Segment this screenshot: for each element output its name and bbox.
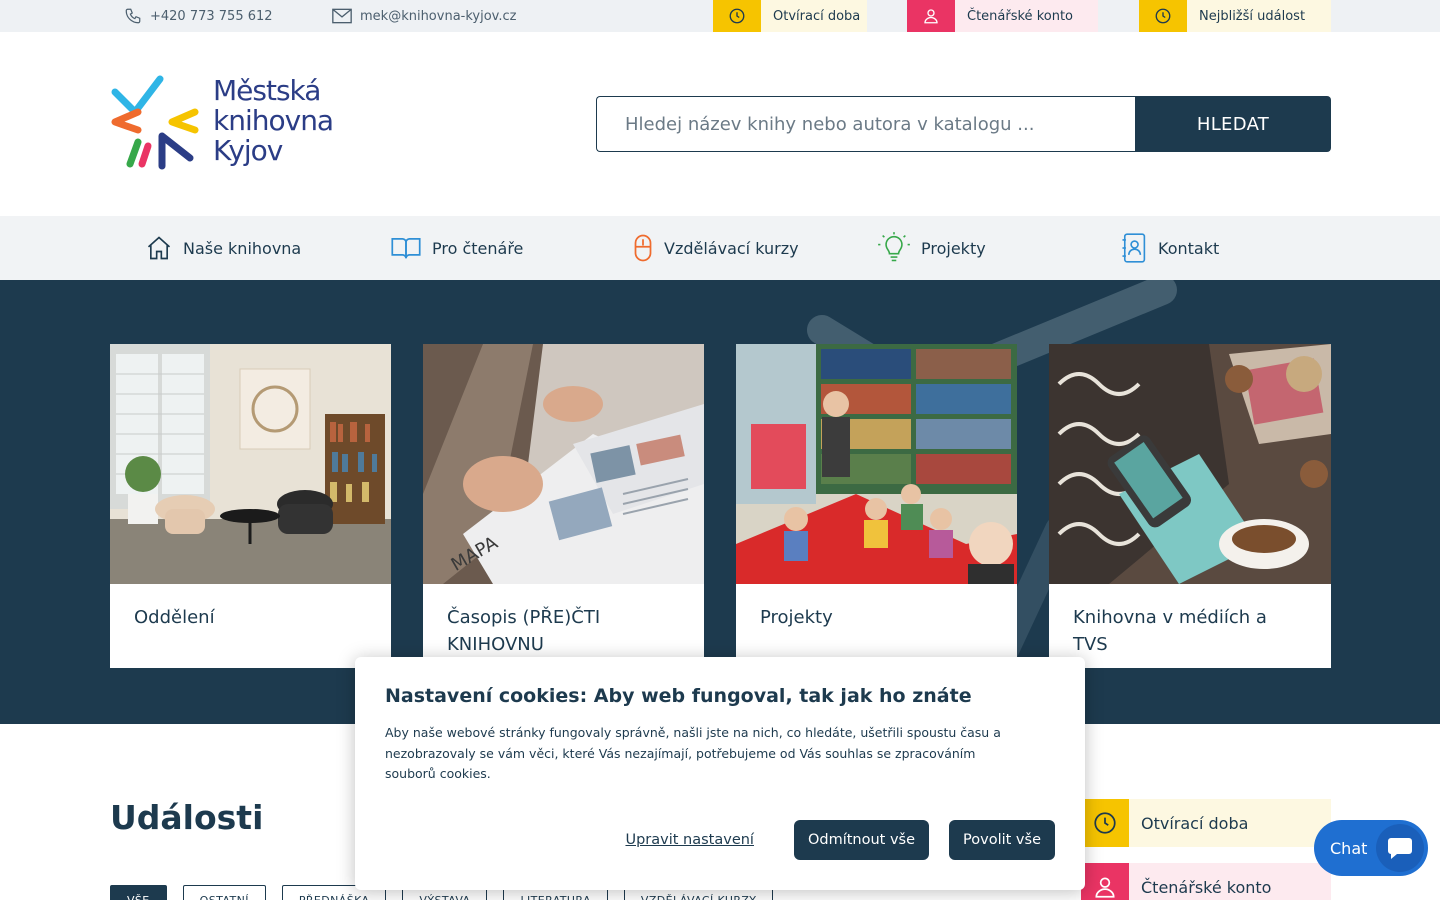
nav-item-our-library[interactable]: Naše knihovna: [145, 216, 301, 280]
email-address: mek@knihovna-kyjov.cz: [360, 8, 517, 24]
contact-icon: [1122, 233, 1146, 263]
cookie-reject-button[interactable]: Odmítnout vše: [793, 820, 930, 860]
cookie-accept-button[interactable]: Povolit vše: [949, 820, 1055, 860]
top-quick-label: Nejbližší událost: [1199, 8, 1306, 24]
clock-icon: [1139, 0, 1187, 32]
nav-item-projects[interactable]: Projekty: [877, 216, 986, 280]
home-icon: [147, 236, 171, 260]
events-heading: Události: [110, 798, 264, 837]
chat-label: Chat: [1330, 838, 1368, 858]
side-quick-label: Otvírací doba: [1141, 813, 1249, 833]
side-quick-opening-hours[interactable]: Otvírací doba: [1081, 799, 1331, 847]
book-icon: [391, 238, 421, 259]
top-bar: +420 773 755 612 mek@knihovna-kyjov.cz O…: [0, 0, 1440, 32]
cookie-dialog: Nastavení cookies: Aby web fungoval, tak…: [355, 657, 1085, 890]
card-image-departments: [110, 344, 391, 584]
top-quick-reader-account[interactable]: Čtenářské konto: [907, 0, 1098, 32]
side-quick-reader-account[interactable]: Čtenářské konto: [1081, 863, 1331, 900]
nav-label: Projekty: [921, 238, 986, 258]
card-image-magazine: MAPA: [423, 344, 704, 584]
nav-label: Naše knihovna: [183, 238, 302, 258]
phone-icon: [125, 8, 141, 24]
card-magazine[interactable]: MAPA Časopis (PŘE)ČTI KNIHOVNU: [423, 344, 704, 668]
main-nav: Naše knihovna Pro čtenáře Vzdělávací kur…: [0, 216, 1440, 280]
nav-item-courses[interactable]: Vzdělávací kurzy: [632, 216, 799, 280]
clock-icon: [1081, 799, 1129, 847]
nav-label: Vzdělávací kurzy: [664, 238, 799, 258]
mouse-icon: [634, 234, 652, 262]
card-departments[interactable]: Oddělení: [110, 344, 391, 668]
logo-line: knihovna: [213, 104, 334, 137]
nav-label: Kontakt: [1158, 238, 1220, 258]
top-quick-nearest-event[interactable]: Nejbližší událost: [1139, 0, 1331, 32]
cookie-actions: Upravit nastavení Odmítnout vše Povolit …: [625, 820, 1055, 860]
card-caption: Projekty: [760, 607, 833, 628]
clock-icon: [713, 0, 761, 32]
user-icon: [1081, 863, 1129, 900]
mail-icon: [332, 8, 352, 24]
chat-bubble-icon: [1376, 824, 1424, 872]
filter-other[interactable]: OSTATNÍ: [182, 885, 266, 900]
email-link[interactable]: mek@knihovna-kyjov.cz: [332, 0, 516, 32]
catalog-search-input[interactable]: [596, 96, 1136, 152]
logo-line: Kyjov: [213, 134, 283, 167]
bulb-icon: [878, 232, 910, 262]
library-logo-icon: [111, 75, 199, 170]
top-quick-label: Otvírací doba: [773, 8, 861, 24]
nav-item-contact[interactable]: Kontakt: [1120, 216, 1219, 280]
search-button[interactable]: HLEDAT: [1135, 96, 1331, 152]
logo-line: Městská: [213, 74, 321, 107]
cookie-text: Aby naše webové stránky fungovaly správn…: [385, 725, 1001, 781]
filter-all[interactable]: VŠE: [110, 885, 167, 900]
nav-item-for-readers[interactable]: Pro čtenáře: [390, 216, 523, 280]
card-caption: Oddělení: [134, 607, 215, 628]
card-projects[interactable]: Projekty: [736, 344, 1017, 668]
phone-number: +420 773 755 612: [150, 8, 273, 24]
user-icon: [907, 0, 955, 32]
phone-link[interactable]: +420 773 755 612: [124, 0, 273, 32]
card-media[interactable]: Knihovna v médiích a TVS: [1049, 344, 1331, 668]
card-caption: Knihovna v médiích a TVS: [1073, 607, 1267, 655]
top-quick-label: Čtenářské konto: [967, 8, 1073, 24]
card-image-media: [1049, 344, 1331, 584]
card-image-projects: [736, 344, 1017, 584]
top-quick-opening-hours[interactable]: Otvírací doba: [713, 0, 867, 32]
side-quick-label: Čtenářské konto: [1141, 877, 1272, 897]
cookie-title: Nastavení cookies: Aby web fungoval, tak…: [385, 685, 972, 707]
cookie-settings-link[interactable]: Upravit nastavení: [625, 832, 754, 848]
logo-wordmark: Městská knihovna Kyjov: [213, 74, 334, 167]
chat-button[interactable]: Chat: [1314, 820, 1428, 876]
nav-label: Pro čtenáře: [432, 238, 524, 258]
